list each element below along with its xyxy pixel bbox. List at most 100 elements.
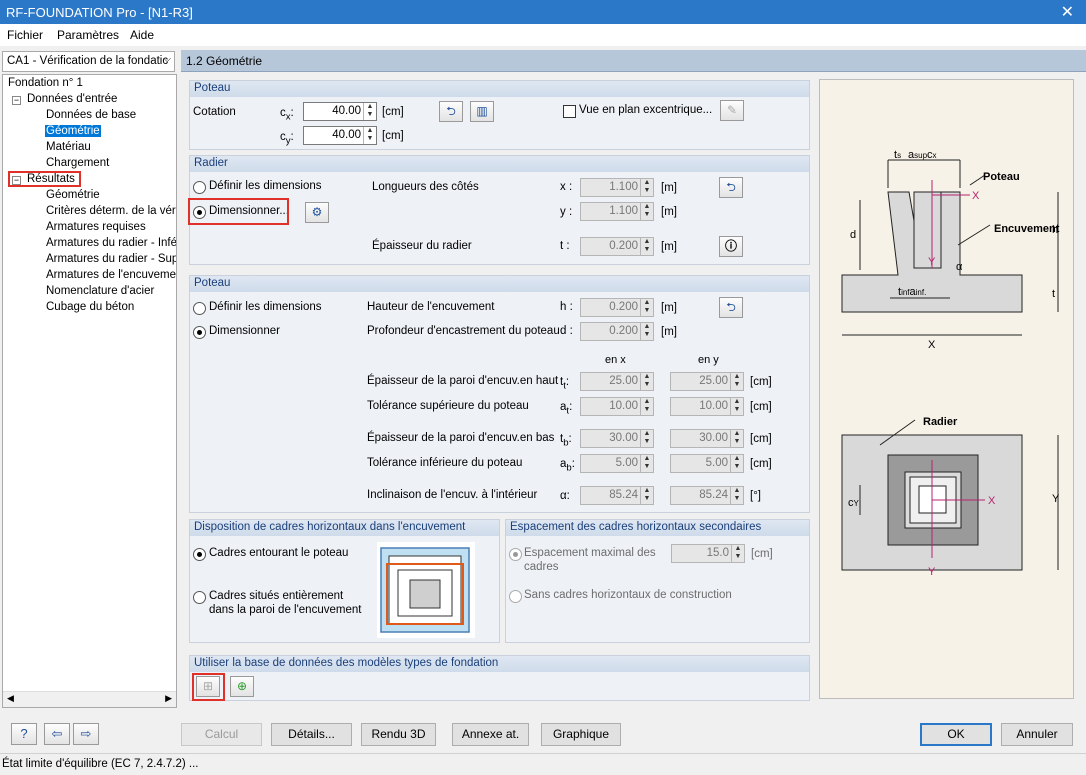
d-input[interactable]: 0.200 ▲ ▼ bbox=[580, 322, 654, 341]
espacement-option2-radio[interactable] bbox=[509, 590, 522, 603]
row-x-input[interactable]: 30.00 ▲ ▼ bbox=[580, 429, 654, 448]
next-icon[interactable]: ⇨ bbox=[73, 723, 99, 745]
info-icon[interactable]: ⓘ bbox=[719, 236, 743, 257]
graphique-button[interactable]: Graphique bbox=[541, 723, 621, 746]
previous-icon[interactable]: ⇦ bbox=[44, 723, 70, 745]
spin-arrows-icon: ▲ ▼ bbox=[640, 430, 653, 447]
poteau-encuvement-panel: Poteau Définir les dimensions Dimensionn… bbox=[189, 275, 810, 513]
h-label: h : bbox=[560, 301, 573, 313]
espacement-input[interactable]: 15.0 ▲ ▼ bbox=[671, 544, 745, 563]
rendu-3d-button[interactable]: Rendu 3D bbox=[361, 723, 436, 746]
database-save-icon[interactable]: ⊕ bbox=[230, 676, 254, 697]
row-y-input[interactable]: 25.00 ▲ ▼ bbox=[670, 372, 744, 391]
row-x-input[interactable]: 85.24 ▲ ▼ bbox=[580, 486, 654, 505]
svg-text:d: d bbox=[850, 229, 856, 241]
cadres-option2-label: Cadres situés entièrement bbox=[209, 590, 344, 602]
en-y-header: en y bbox=[698, 354, 719, 366]
tree-result-radier-sup[interactable]: Armatures du radier - Supé bbox=[46, 253, 176, 265]
row-y-input[interactable]: 10.00 ▲ ▼ bbox=[670, 397, 744, 416]
row-x-input[interactable]: 25.00 ▲ ▼ bbox=[580, 372, 654, 391]
spin-arrows-icon: ▲ ▼ bbox=[730, 398, 743, 415]
spin-arrows-icon: ▲ ▼ bbox=[640, 203, 653, 220]
row-y-input[interactable]: 5.00 ▲ ▼ bbox=[670, 454, 744, 473]
tree-item-geometrie[interactable]: Géométrie bbox=[45, 125, 101, 137]
svg-text:tinfainf.: tinfainf. bbox=[898, 286, 926, 298]
menu-fichier[interactable]: Fichier bbox=[7, 28, 43, 42]
row-y-input[interactable]: 30.00 ▲ ▼ bbox=[670, 429, 744, 448]
details-button[interactable]: Détails... bbox=[271, 723, 352, 746]
espacement-option2-label: Sans cadres horizontaux de construction bbox=[524, 589, 732, 601]
annexe-button[interactable]: Annexe at. bbox=[452, 723, 529, 746]
y-label: y : bbox=[560, 206, 573, 218]
database-title: Utiliser la base de données des modèles … bbox=[190, 656, 809, 672]
tree-root[interactable]: Fondation n° 1 bbox=[8, 77, 83, 89]
espacement-option1-label2: cadres bbox=[524, 561, 559, 573]
tree-result-criteres[interactable]: Critères déterm. de la vérif bbox=[46, 205, 176, 217]
espacement-unit: [cm] bbox=[751, 548, 773, 560]
unit-m: [m] bbox=[661, 302, 677, 314]
menu-aide[interactable]: Aide bbox=[130, 28, 154, 42]
row-symbol: α: bbox=[560, 490, 570, 502]
row-symbol: tb: bbox=[560, 433, 572, 449]
title-bar: RF-FOUNDATION Pro - [N1-R3] ✕ bbox=[0, 0, 1086, 24]
row-text: Épaisseur de la paroi d'encuv.en haut bbox=[367, 375, 559, 387]
import-icon[interactable]: ⮌ bbox=[719, 297, 743, 318]
row-y-input[interactable]: 85.24 ▲ ▼ bbox=[670, 486, 744, 505]
radier-define-radio[interactable] bbox=[193, 181, 206, 194]
annuler-button[interactable]: Annuler bbox=[1001, 723, 1073, 746]
tree-result-radier-inf[interactable]: Armatures du radier - Inféri bbox=[46, 237, 176, 249]
excentric-edit-icon[interactable]: ✎ bbox=[720, 100, 744, 121]
excentric-checkbox[interactable] bbox=[563, 105, 576, 118]
tree-item-donnees-base[interactable]: Données de base bbox=[46, 109, 136, 121]
calcul-button[interactable]: Calcul bbox=[181, 723, 262, 746]
cadres-option1-radio[interactable] bbox=[193, 548, 206, 561]
dimension-settings-icon[interactable]: ⚙ bbox=[305, 202, 329, 223]
row-x-input[interactable]: 10.00 ▲ ▼ bbox=[580, 397, 654, 416]
cy-input[interactable]: 40.00 ▲ ▼ bbox=[303, 126, 377, 145]
thickness-label: Épaisseur du radier bbox=[372, 240, 472, 252]
menu-parametres[interactable]: Paramètres bbox=[57, 28, 119, 42]
spin-arrows-icon: ▲ ▼ bbox=[363, 103, 376, 120]
row-text: Épaisseur de la paroi d'encuv.en bas bbox=[367, 432, 555, 444]
espacement-option1-radio[interactable] bbox=[509, 548, 522, 561]
poteau-define-radio[interactable] bbox=[193, 302, 206, 315]
chevron-down-icon[interactable]: ⌵ bbox=[163, 54, 171, 65]
row-text: Tolérance inférieure du poteau bbox=[367, 457, 523, 469]
unit-m: [m] bbox=[661, 206, 677, 218]
menu-bar: Fichier Paramètres Aide bbox=[0, 24, 1086, 46]
unit-m: [m] bbox=[661, 326, 677, 338]
cadres-option2-radio[interactable] bbox=[193, 591, 206, 604]
help-icon[interactable]: ? bbox=[11, 723, 37, 745]
svg-text:Y: Y bbox=[928, 566, 936, 578]
collapse-icon[interactable]: − bbox=[12, 96, 21, 105]
row-x-input[interactable]: 5.00 ▲ ▼ bbox=[580, 454, 654, 473]
close-icon[interactable]: ✕ bbox=[1061, 2, 1074, 22]
tree-result-cubage[interactable]: Cubage du béton bbox=[46, 301, 134, 313]
radier-x-input[interactable]: 1.100 ▲ ▼ bbox=[580, 178, 654, 197]
svg-text:X: X bbox=[928, 339, 936, 351]
tree-result-armatures[interactable]: Armatures requises bbox=[46, 221, 146, 233]
horizontal-scrollbar[interactable]: ◀ ▶ bbox=[3, 691, 176, 707]
h-input[interactable]: 0.200 ▲ ▼ bbox=[580, 298, 654, 317]
column-section-icon[interactable]: ▥ bbox=[470, 101, 494, 122]
ok-button[interactable]: OK bbox=[920, 723, 992, 746]
tree-result-geometrie[interactable]: Géométrie bbox=[46, 189, 100, 201]
import-icon[interactable]: ⮌ bbox=[439, 101, 463, 122]
poteau-dimension-radio[interactable] bbox=[193, 326, 206, 339]
spin-arrows-icon: ▲ ▼ bbox=[363, 127, 376, 144]
cy-label: cy: bbox=[280, 131, 294, 147]
tree-input[interactable]: Données d'entrée bbox=[27, 93, 117, 105]
load-case-select[interactable]: CA1 - Vérification de la fondatic ⌵ bbox=[2, 51, 175, 72]
row-symbol: at: bbox=[560, 401, 573, 417]
tree-item-chargement[interactable]: Chargement bbox=[46, 157, 109, 169]
import-icon[interactable]: ⮌ bbox=[719, 177, 743, 198]
tree-item-materiau[interactable]: Matériau bbox=[46, 141, 91, 153]
svg-text:ts: ts bbox=[894, 149, 901, 161]
cx-input[interactable]: 40.00 ▲ ▼ bbox=[303, 102, 377, 121]
unit-cm: [cm] bbox=[382, 106, 404, 118]
row-unit: [cm] bbox=[750, 401, 772, 413]
radier-y-input[interactable]: 1.100 ▲ ▼ bbox=[580, 202, 654, 221]
radier-t-input[interactable]: 0.200 ▲ ▼ bbox=[580, 237, 654, 256]
tree-result-encuvement[interactable]: Armatures de l'encuvement bbox=[46, 269, 176, 281]
tree-result-nomenclature[interactable]: Nomenclature d'acier bbox=[46, 285, 154, 297]
